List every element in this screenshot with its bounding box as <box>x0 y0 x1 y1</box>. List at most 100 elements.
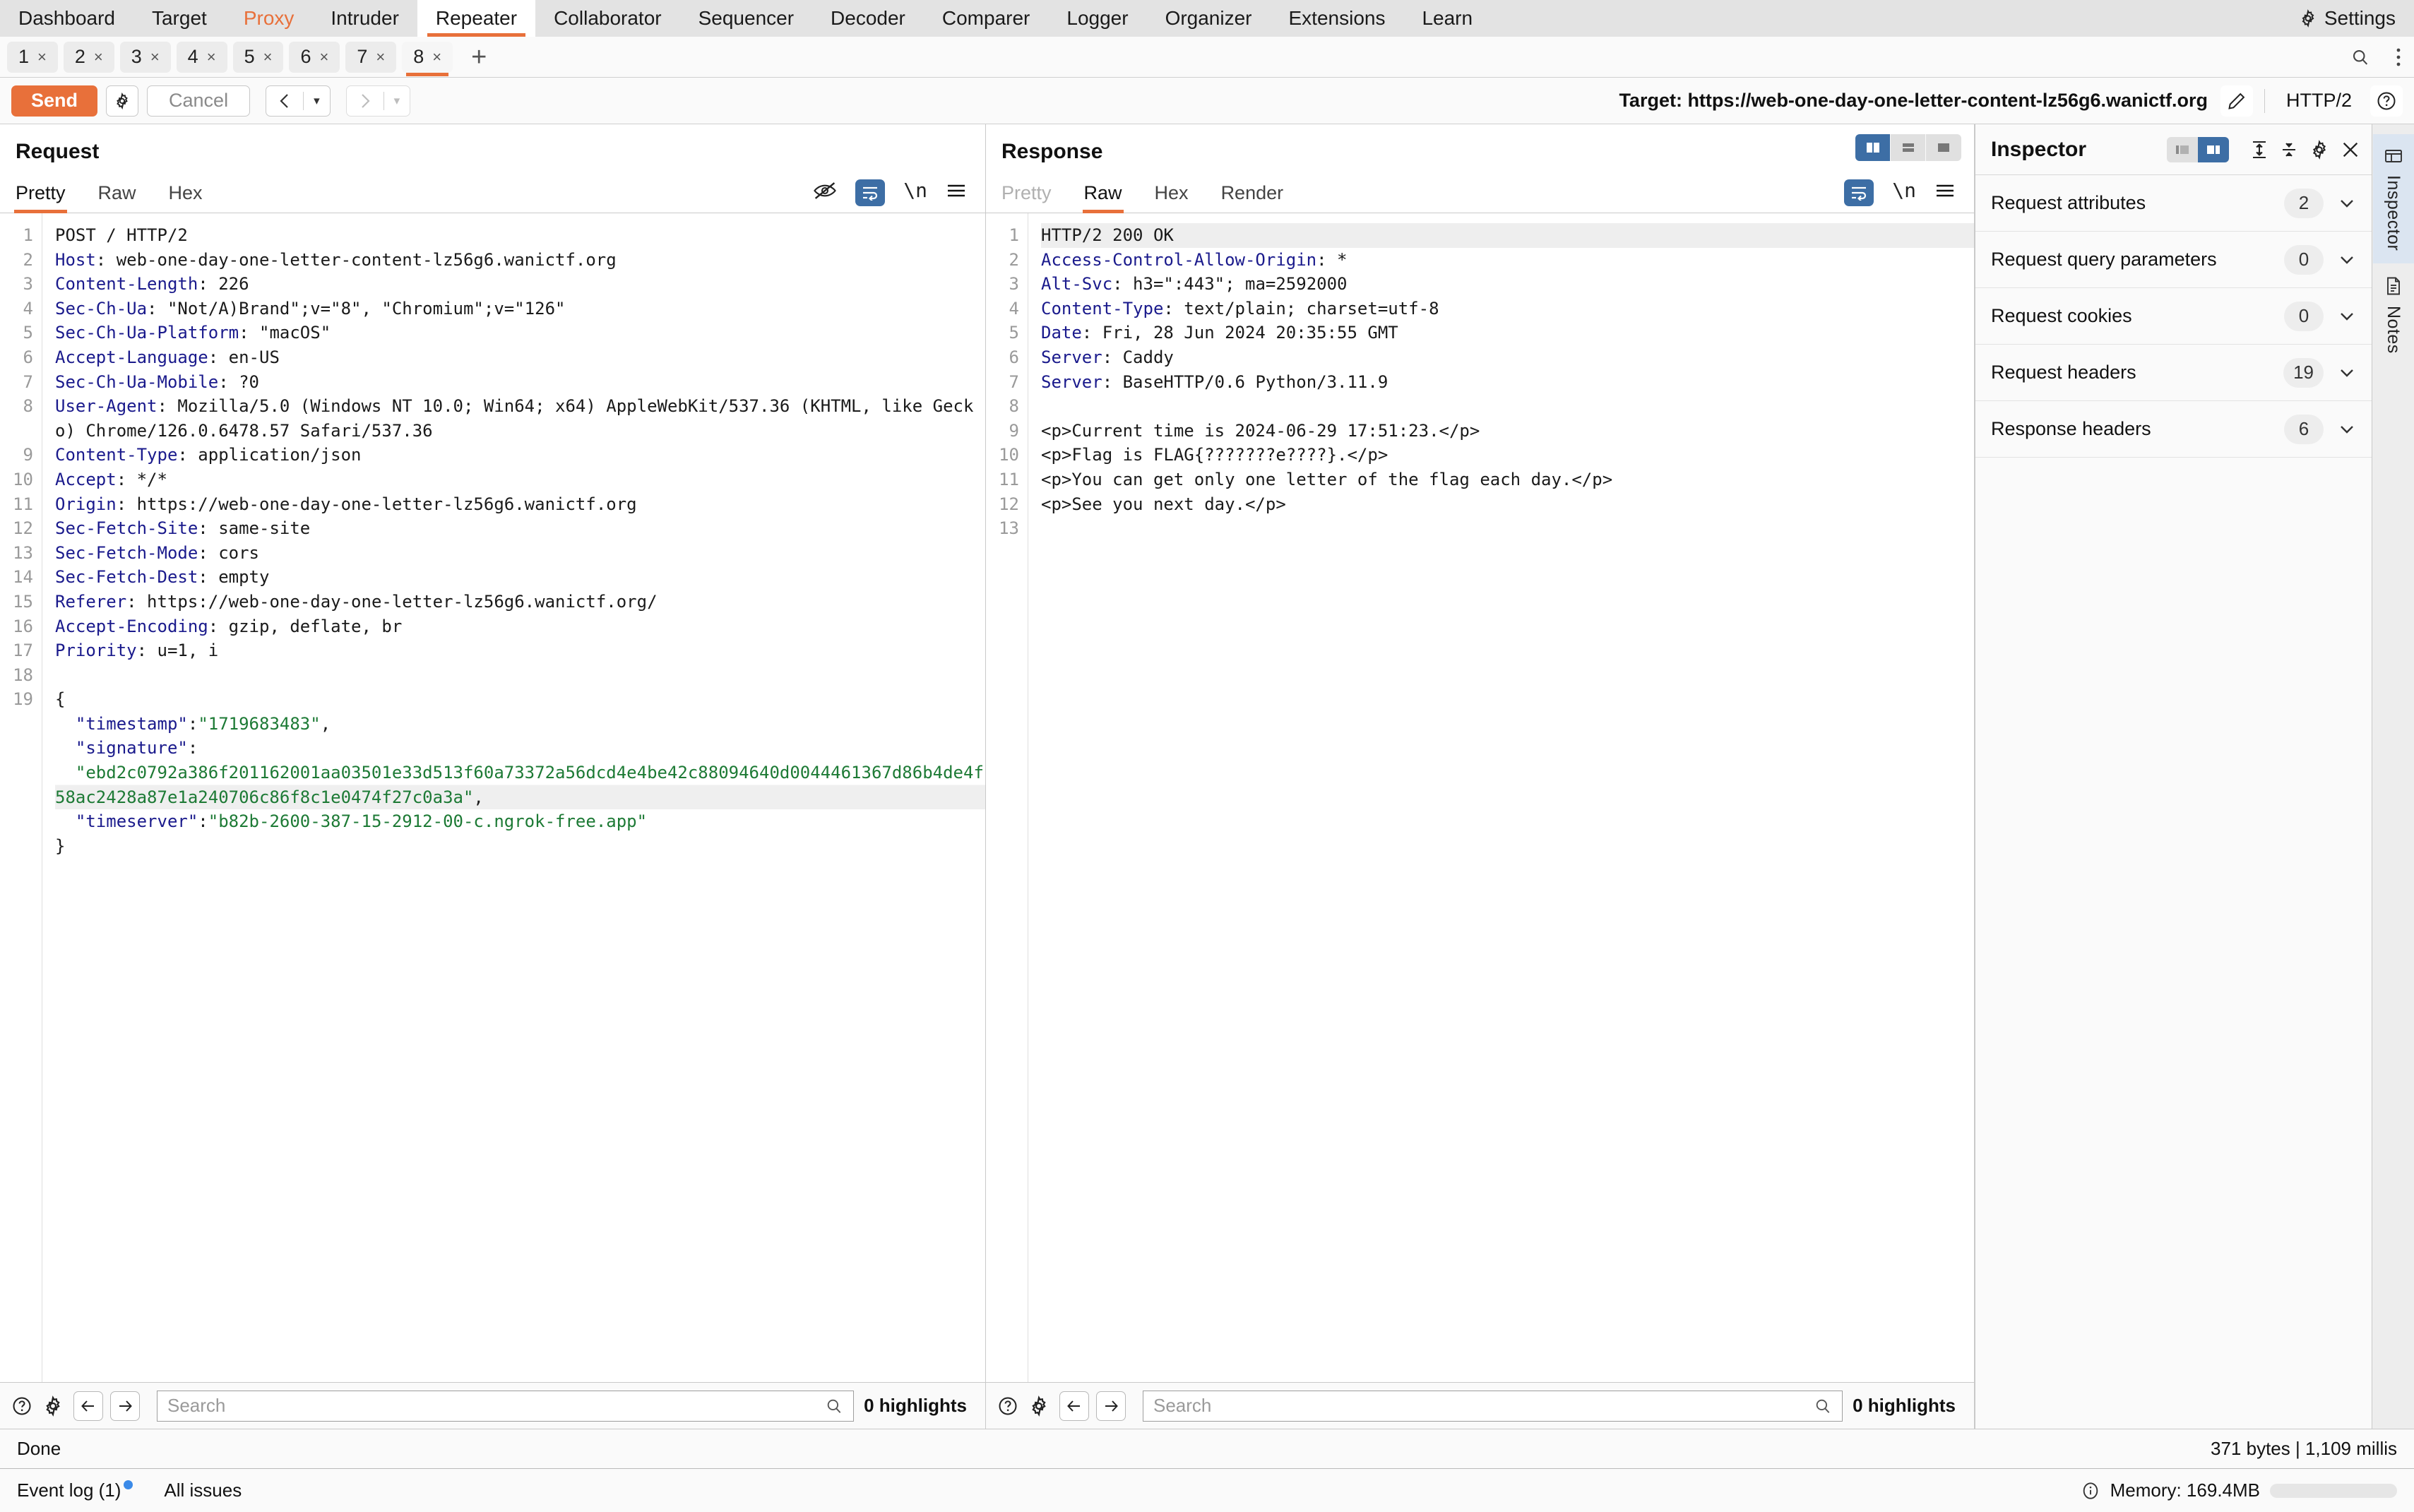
close-icon[interactable]: × <box>94 48 103 66</box>
close-icon[interactable]: × <box>432 48 441 66</box>
inspector-row-response-headers[interactable]: Response headers 6 <box>1975 401 2372 458</box>
repeater-tab-2[interactable]: 2 × <box>63 41 114 73</box>
hamburger-menu-icon[interactable] <box>946 182 967 203</box>
search-next-button[interactable] <box>1096 1391 1126 1421</box>
hamburger-menu-icon[interactable] <box>1934 182 1956 203</box>
close-icon[interactable]: × <box>263 48 273 66</box>
help-button[interactable] <box>2370 85 2403 117</box>
menu-item-dashboard[interactable]: Dashboard <box>0 0 133 37</box>
send-settings-button[interactable] <box>106 85 139 117</box>
close-icon[interactable]: × <box>319 48 328 66</box>
menu-item-sequencer[interactable]: Sequencer <box>680 0 812 37</box>
request-tab-raw[interactable]: Raw <box>98 182 136 213</box>
json-key: "timeserver" <box>55 811 198 832</box>
settings-button[interactable]: Settings <box>2281 0 2414 37</box>
menu-item-extensions[interactable]: Extensions <box>1271 0 1404 37</box>
response-tab-raw[interactable]: Raw <box>1082 182 1124 213</box>
cancel-button[interactable]: Cancel <box>147 85 251 117</box>
response-code-content[interactable]: HTTP/2 200 OK Access-Control-Allow-Origin… <box>1028 213 1974 1382</box>
memory-indicator[interactable]: Memory: 169.4MB <box>2081 1480 2397 1501</box>
request-search-field[interactable] <box>157 1390 855 1422</box>
repeater-tab-8[interactable]: 8 × <box>402 41 453 76</box>
gear-icon[interactable] <box>42 1395 64 1417</box>
repeater-tab-6[interactable]: 6 × <box>289 41 340 73</box>
repeater-tab-1[interactable]: 1 × <box>7 41 58 73</box>
collapse-all-icon[interactable] <box>2280 140 2298 160</box>
menu-item-proxy[interactable]: Proxy <box>225 0 313 37</box>
expand-all-icon[interactable] <box>2250 140 2269 160</box>
event-log-button[interactable]: Event log (1) <box>17 1480 133 1501</box>
search-next-button[interactable] <box>110 1391 140 1421</box>
question-circle-icon[interactable] <box>11 1395 32 1417</box>
add-repeater-tab-button[interactable]: + <box>458 42 499 73</box>
newline-icon[interactable]: \n <box>1892 179 1916 206</box>
menu-item-logger[interactable]: Logger <box>1048 0 1146 37</box>
single-pane-icon[interactable] <box>1926 134 1961 161</box>
question-circle-icon[interactable] <box>997 1395 1018 1417</box>
response-tab-hex[interactable]: Hex <box>1155 182 1189 213</box>
menu-item-collaborator[interactable]: Collaborator <box>535 0 680 37</box>
inspector-layout-toggle[interactable] <box>2167 136 2229 162</box>
word-wrap-icon[interactable] <box>1844 179 1874 206</box>
search-input[interactable] <box>1153 1395 1814 1417</box>
chevron-down-icon[interactable] <box>2338 367 2356 379</box>
menu-item-learn[interactable]: Learn <box>1403 0 1491 37</box>
chevron-down-icon[interactable] <box>2338 197 2356 210</box>
response-editor[interactable]: 1 2 3 4 5 6 7 8 9 10 11 12 13 HTTP/2 200 OK Access-Co… <box>986 213 1974 1382</box>
close-icon[interactable] <box>2341 140 2360 160</box>
repeater-tab-5[interactable]: 5 × <box>232 41 284 73</box>
edit-target-button[interactable] <box>2220 85 2253 117</box>
split-vertical-icon[interactable] <box>1855 134 1891 161</box>
request-editor[interactable]: 1 2 3 4 5 6 7 8 9 10 11 12 13 14 15 16 17 18 19 POST / HTT… <box>0 213 985 1382</box>
next-request-button[interactable]: ▾ <box>345 85 411 117</box>
response-tab-pretty[interactable]: Pretty <box>1001 182 1052 213</box>
search-previous-button[interactable] <box>73 1391 103 1421</box>
rail-button-notes[interactable]: Notes <box>2373 263 2414 367</box>
previous-request-button[interactable]: ▾ <box>266 85 331 117</box>
repeater-tab-3[interactable]: 3 × <box>119 41 171 73</box>
all-issues-button[interactable]: All issues <box>164 1480 242 1501</box>
close-icon[interactable]: × <box>207 48 216 66</box>
repeater-tab-7[interactable]: 7 × <box>345 41 397 73</box>
request-tab-hex[interactable]: Hex <box>169 182 203 213</box>
inspector-row-request-query-parameters[interactable]: Request query parameters 0 <box>1975 232 2372 288</box>
rail-button-inspector[interactable]: Inspector <box>2372 134 2414 264</box>
inspector-row-request-attributes[interactable]: Request attributes 2 <box>1975 175 2372 232</box>
gear-icon[interactable] <box>2309 139 2329 160</box>
word-wrap-icon[interactable] <box>855 179 886 206</box>
send-button[interactable]: Send <box>11 85 98 117</box>
close-icon[interactable]: × <box>37 48 47 66</box>
menu-item-decoder[interactable]: Decoder <box>812 0 924 37</box>
repeater-tab-4[interactable]: 4 × <box>176 41 227 73</box>
menu-item-target[interactable]: Target <box>133 0 225 37</box>
inspector-right-layout-icon[interactable] <box>2198 136 2229 162</box>
response-search-field[interactable] <box>1143 1390 1843 1422</box>
caret-down-icon[interactable]: ▾ <box>384 94 410 108</box>
menu-item-organizer[interactable]: Organizer <box>1147 0 1271 37</box>
gear-icon[interactable] <box>1028 1395 1050 1417</box>
code-text: { <box>55 689 66 710</box>
response-tab-render[interactable]: Render <box>1221 182 1284 213</box>
eye-off-icon[interactable] <box>813 181 837 205</box>
search-icon[interactable] <box>2338 47 2383 67</box>
chevron-down-icon[interactable] <box>2338 423 2356 436</box>
search-previous-button[interactable] <box>1059 1391 1089 1421</box>
panel-layout-toggle[interactable] <box>1855 134 1961 161</box>
split-horizontal-icon[interactable] <box>1891 134 1926 161</box>
close-icon[interactable]: × <box>376 48 385 66</box>
menu-item-repeater[interactable]: Repeater <box>417 0 536 37</box>
inspector-row-request-headers[interactable]: Request headers 19 <box>1975 345 2372 401</box>
chevron-down-icon[interactable] <box>2338 310 2356 323</box>
inspector-left-layout-icon[interactable] <box>2167 136 2198 162</box>
caret-down-icon[interactable]: ▾ <box>304 94 330 108</box>
menu-item-comparer[interactable]: Comparer <box>924 0 1048 37</box>
menu-item-intruder[interactable]: Intruder <box>312 0 417 37</box>
close-icon[interactable]: × <box>150 48 160 66</box>
chevron-down-icon[interactable] <box>2338 254 2356 266</box>
request-code-content[interactable]: POST / HTTP/2 Host: web-one-day-one-lette… <box>42 213 985 1382</box>
request-tab-pretty[interactable]: Pretty <box>14 182 67 213</box>
kebab-menu-icon[interactable] <box>2383 47 2414 68</box>
search-input[interactable] <box>167 1395 826 1417</box>
newline-icon[interactable]: \n <box>903 179 927 206</box>
inspector-row-request-cookies[interactable]: Request cookies 0 <box>1975 288 2372 345</box>
